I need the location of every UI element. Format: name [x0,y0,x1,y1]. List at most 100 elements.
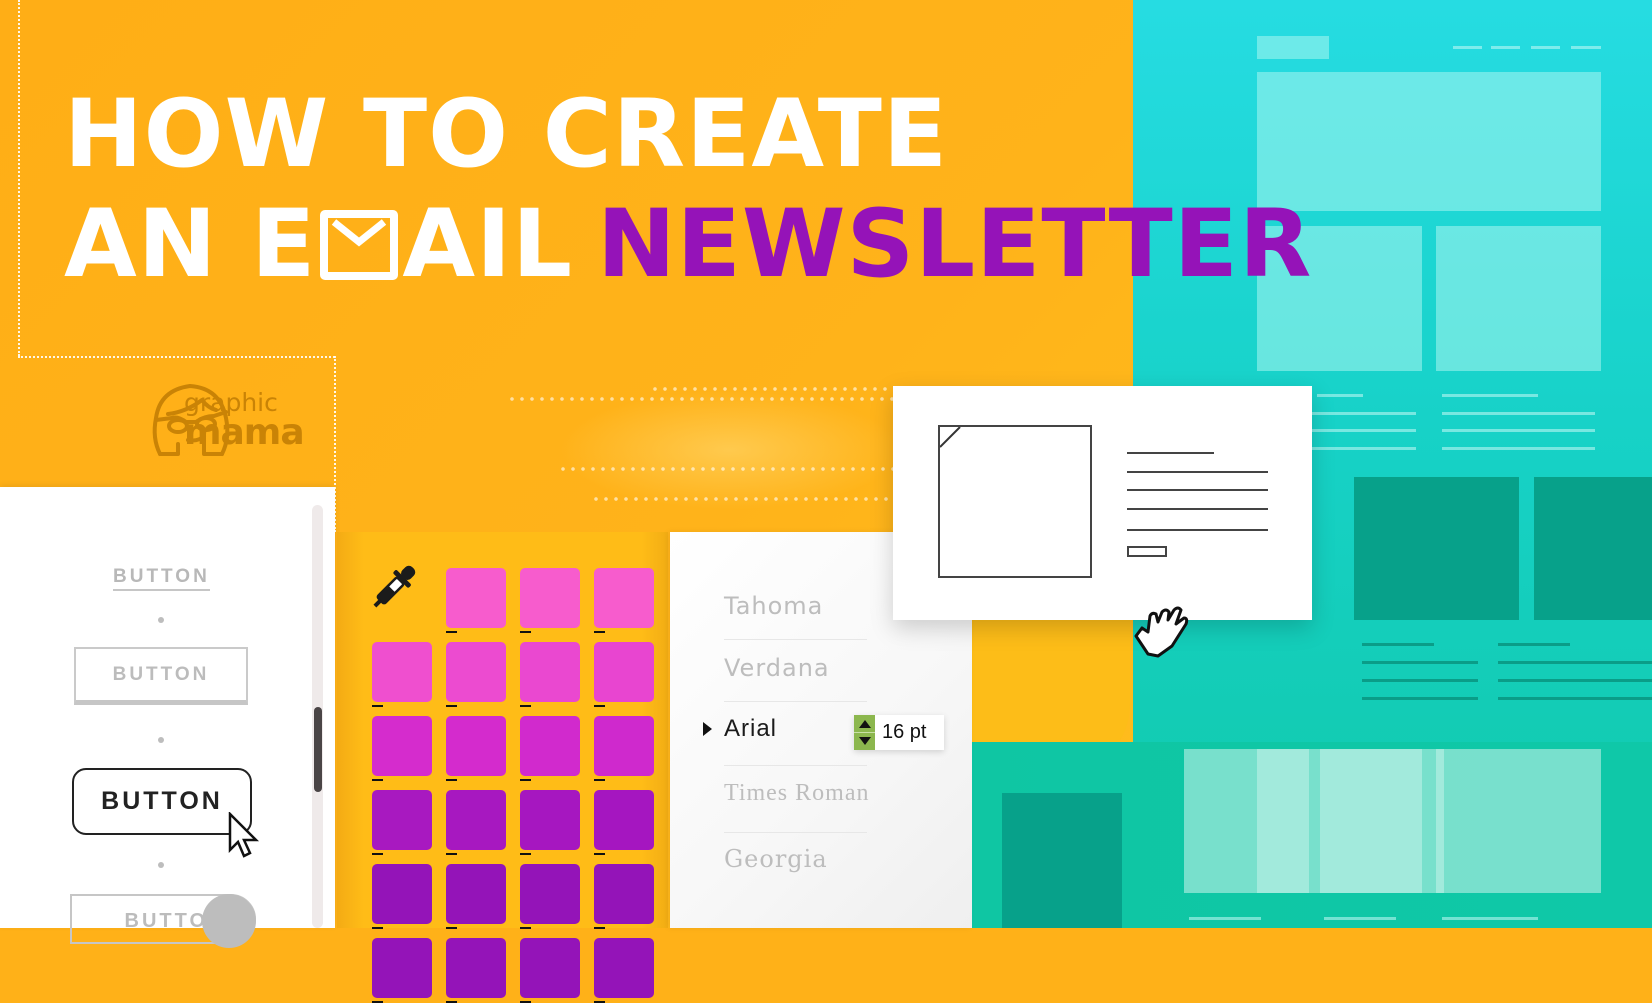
outline-button[interactable]: BUTTON [74,647,248,705]
wireframe-text-line [1442,447,1595,450]
dotted-frame-bottom [18,356,335,358]
wireframe-text-line [1362,679,1478,682]
wireframe-image-block [1257,749,1422,893]
text-link-button[interactable]: BUTTON [113,566,210,591]
color-swatch[interactable] [372,864,432,924]
separator-dot [158,862,164,868]
text-placeholder-line [1127,452,1214,454]
wireframe-nav-item [1531,46,1560,49]
color-swatch[interactable] [594,716,654,776]
toggle-knob[interactable] [202,894,256,948]
wireframe-text-line [1362,643,1434,646]
color-swatch[interactable] [446,642,506,702]
text-placeholder-line [1127,471,1268,473]
image-placeholder [938,425,1092,578]
hand-pointer-cursor-icon [1134,606,1189,658]
wireframe-text-line [1498,643,1570,646]
font-divider [724,639,867,640]
eyedropper-icon[interactable] [371,560,417,614]
swatch-marker [594,779,605,781]
color-picker-panel [337,532,668,1003]
arrow-cursor-icon [228,812,260,858]
increase-arrow-icon[interactable] [859,720,871,728]
color-swatch[interactable] [372,716,432,776]
color-swatch[interactable] [520,642,580,702]
font-option-verdana[interactable]: Verdana [724,654,830,682]
decorative-dots [558,467,896,471]
wireframe-text-line [1189,917,1261,920]
color-swatch[interactable] [446,568,506,628]
color-swatch[interactable] [446,716,506,776]
wireframe-text-line [1324,917,1396,920]
color-swatch[interactable] [594,864,654,924]
color-swatch[interactable] [594,790,654,850]
wireframe-logo-block [1257,36,1329,59]
wireframe-text-line [1498,661,1652,664]
font-option-georgia[interactable]: Georgia [724,845,828,873]
color-swatch[interactable] [372,790,432,850]
envelope-icon [320,210,399,280]
color-swatch[interactable] [446,938,506,998]
wireframe-text-line [1362,697,1478,700]
headline-accent-newsletter: NEWSLETTER [596,190,1313,299]
swatch-marker [446,853,457,855]
swatch-marker [594,705,605,707]
decrease-arrow-icon[interactable] [859,737,871,745]
wireframe-text-line [1312,412,1416,415]
selected-caret-icon [703,722,712,736]
text-placeholder-line [1127,508,1268,510]
color-swatch[interactable] [372,938,432,998]
wireframe-dark-block [1002,793,1122,928]
color-swatch[interactable] [446,790,506,850]
swatch-marker [446,631,457,633]
swatch-marker [520,927,531,929]
wireframe-nav-item [1453,46,1482,49]
rounded-button-active[interactable]: BUTTON [72,768,252,835]
color-swatch[interactable] [594,568,654,628]
swatch-marker [594,631,605,633]
color-swatch[interactable] [520,864,580,924]
color-swatch[interactable] [594,938,654,998]
color-swatch[interactable] [520,716,580,776]
wireframe-content-card[interactable] [893,386,1312,620]
scrollbar-thumb[interactable] [314,707,322,792]
wireframe-text-line [1317,394,1363,397]
font-option-tahoma[interactable]: Tahoma [724,592,823,620]
font-divider [724,765,867,766]
orange-curve-shape [972,620,1130,760]
text-placeholder-line [1127,529,1268,531]
swatch-marker [372,705,383,707]
wireframe-text-line [1362,661,1478,664]
swatch-marker [520,779,531,781]
font-option-arial-selected[interactable]: Arial [724,715,777,743]
swatch-marker [520,631,531,633]
font-size-stepper[interactable] [854,715,875,750]
swatch-marker [446,779,457,781]
wireframe-dark-block [1354,477,1519,620]
swatch-marker [446,927,457,929]
decorative-dots [591,497,896,501]
wireframe-dark-block [1534,477,1652,620]
color-swatch[interactable] [520,790,580,850]
swatch-marker [372,853,383,855]
swatch-marker [446,705,457,707]
color-swatch[interactable] [520,568,580,628]
color-swatch[interactable] [372,642,432,702]
color-swatch[interactable] [594,642,654,702]
font-size-value[interactable]: 16 pt [882,721,926,744]
wireframe-nav-item [1491,46,1520,49]
headline-text-an-e: AN E [64,190,317,299]
color-swatch[interactable] [520,938,580,998]
wireframe-image-block [1436,226,1601,371]
decorative-dots [507,397,897,401]
toggle-button[interactable]: BUTTON [70,894,256,948]
separator-dot [158,617,164,623]
swatch-marker [594,853,605,855]
button-placeholder [1127,546,1167,557]
font-option-times-roman[interactable]: Times Roman [724,780,869,807]
color-swatch[interactable] [446,864,506,924]
swatch-marker [520,705,531,707]
font-divider [724,832,867,833]
brand-name-bottom: mama [184,412,305,453]
headline-text-ail: AIL [402,190,573,299]
